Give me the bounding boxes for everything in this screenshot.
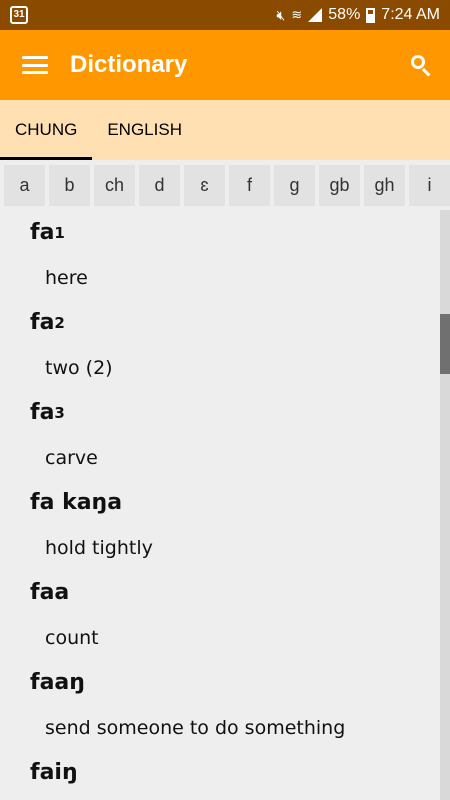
letter-button-gh[interactable]: gh [364, 164, 405, 206]
scrollbar[interactable] [440, 210, 450, 800]
headword: faaŋ [30, 670, 85, 695]
mute-icon: 🔇︎ [276, 6, 286, 23]
list-item[interactable]: fa 2 two (2) [30, 300, 450, 390]
letter-button-d[interactable]: d [139, 164, 180, 206]
calendar-icon: 31 [10, 6, 28, 24]
app-title: Dictionary [70, 51, 188, 78]
definition: here [45, 266, 88, 289]
status-bar: 31 🔇︎ ≋ 58% 7:24 AM [0, 0, 450, 30]
headword: faiŋ [30, 760, 78, 785]
list-item[interactable]: faa count [30, 570, 450, 660]
battery-icon [366, 7, 376, 23]
word-list[interactable]: fa 1 here fa 2 two (2) fa 3 carve fa kaŋa h… [0, 210, 450, 800]
list-item[interactable]: fa 3 carve [30, 390, 450, 480]
search-icon[interactable] [410, 54, 432, 77]
letter-button-gb[interactable]: gb [319, 164, 360, 206]
definition: hold tightly [45, 536, 153, 559]
headword: faa [30, 580, 70, 605]
wifi-icon: ≋ [291, 7, 303, 22]
list-item[interactable]: fa kaŋa hold tightly [30, 480, 450, 570]
letter-button-i[interactable]: i [409, 164, 450, 206]
battery-percent: 58% [328, 6, 361, 23]
headword: fa 3 [30, 400, 65, 425]
definition: send someone to do something [45, 716, 346, 739]
letter-button-g[interactable]: g [274, 164, 315, 206]
headword: fa 1 [30, 220, 65, 245]
menu-icon[interactable] [22, 56, 48, 74]
list-item[interactable]: faaŋ send someone to do something [30, 660, 450, 750]
scrollbar-thumb[interactable] [440, 314, 450, 374]
letter-button-ch[interactable]: ch [94, 164, 135, 206]
letter-button-epsilon[interactable]: ɛ [184, 164, 225, 206]
definition: carve [45, 446, 98, 469]
list-item[interactable]: faiŋ [30, 750, 450, 795]
definition: two (2) [45, 356, 113, 379]
letter-bar: a b ch d ɛ f g gb gh i [0, 160, 450, 210]
tab-english[interactable]: ENGLISH [92, 100, 197, 160]
app-bar: Dictionary [0, 30, 450, 100]
definition: count [45, 626, 99, 649]
tab-chung[interactable]: CHUNG [0, 100, 93, 160]
clock: 7:24 AM [381, 6, 440, 23]
tab-bar: CHUNG ENGLISH [0, 100, 450, 160]
signal-icon [308, 8, 323, 22]
list-item[interactable]: fa 1 here [30, 210, 450, 300]
letter-button-f[interactable]: f [229, 164, 270, 206]
letter-button-b[interactable]: b [49, 164, 90, 206]
headword: fa 2 [30, 310, 65, 335]
headword: fa kaŋa [30, 490, 123, 515]
letter-button-a[interactable]: a [4, 164, 45, 206]
